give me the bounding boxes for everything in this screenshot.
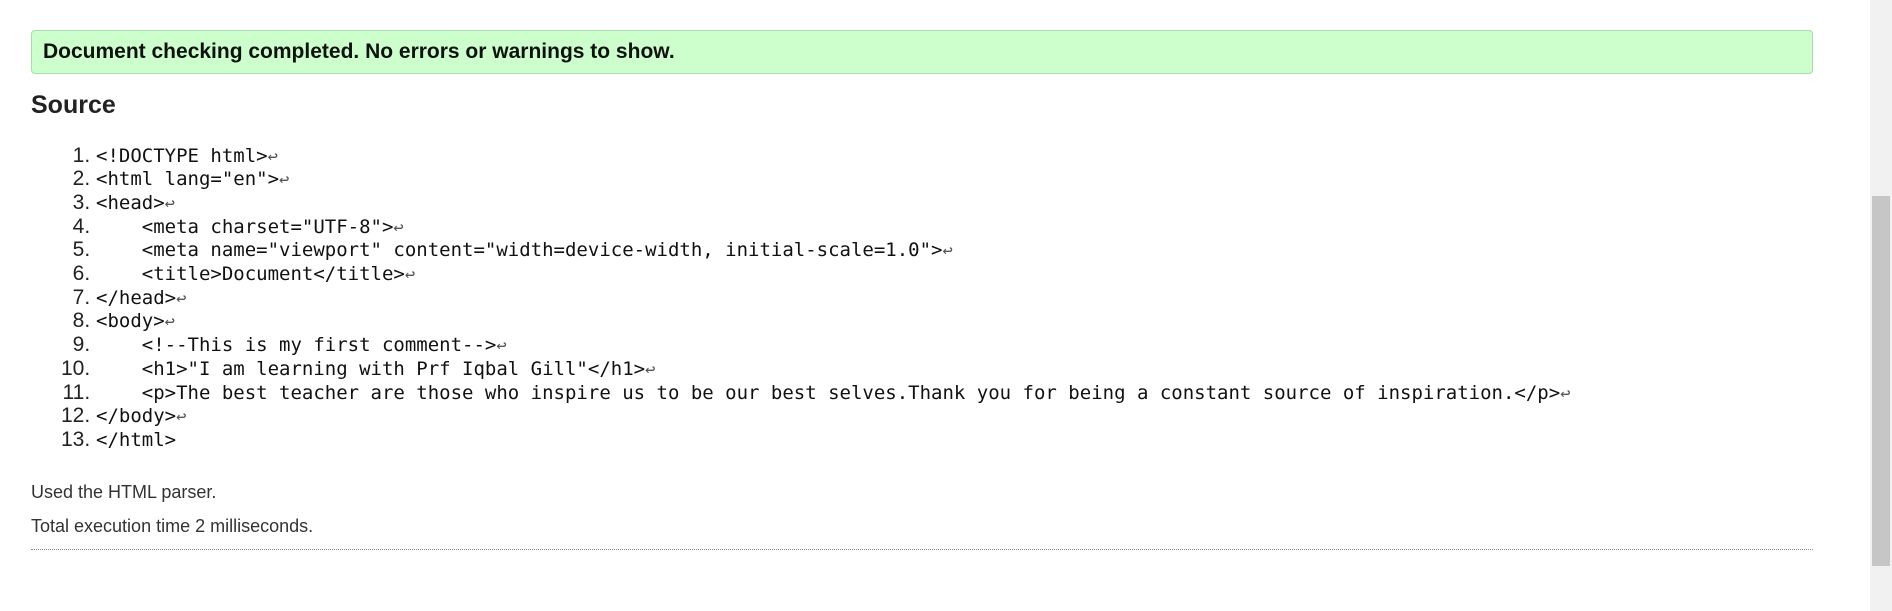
source-line-code: <meta name="viewport" content="width=dev… (96, 239, 943, 262)
line-break-icon: ↩ (267, 146, 278, 167)
source-heading: Source (31, 91, 116, 119)
results-content: Document checking completed. No errors o… (31, 0, 1813, 558)
line-break-icon: ↩ (496, 336, 507, 357)
source-line-code: <!DOCTYPE html> (96, 144, 268, 167)
source-line-code: </html> (96, 428, 177, 451)
execution-time: Total execution time 2 milliseconds. (31, 515, 314, 536)
source-line-code: <!--This is my first comment--> (96, 334, 497, 357)
source-line-code: </head> (96, 286, 177, 309)
source-line: </head>↩ (96, 287, 1813, 311)
source-line-code: <html lang="en"> (96, 168, 280, 191)
source-line: <p>The best teacher are those who inspir… (96, 382, 1813, 406)
success-message: Document checking completed. No errors o… (43, 40, 675, 63)
line-break-icon: ↩ (176, 288, 187, 309)
source-line-code: <title>Document</title> (96, 263, 405, 286)
source-line-code: <h1>"I am learning with Prf Iqbal Gill"<… (96, 357, 646, 380)
source-line-code: <meta charset="UTF-8"> (96, 215, 394, 238)
source-line: <head>↩ (96, 192, 1813, 216)
validator-results-page: Document checking completed. No errors o… (0, 0, 1892, 611)
success-banner: Document checking completed. No errors o… (31, 30, 1813, 74)
source-line-code: </body> (96, 405, 177, 428)
line-break-icon: ↩ (1560, 383, 1571, 404)
source-line: <meta name="viewport" content="width=dev… (96, 239, 1813, 263)
source-line: <!--This is my first comment-->↩ (96, 334, 1813, 358)
source-line: <body>↩ (96, 310, 1813, 334)
source-line: </body>↩ (96, 405, 1813, 429)
source-line: <!DOCTYPE html>↩ (96, 145, 1813, 169)
line-break-icon: ↩ (176, 407, 187, 428)
source-line-code: <head> (96, 191, 165, 214)
source-line: </html> (96, 429, 1813, 452)
line-break-icon: ↩ (393, 217, 404, 238)
source-line: <html lang="en">↩ (96, 168, 1813, 192)
line-break-icon: ↩ (645, 359, 656, 380)
source-line: <meta charset="UTF-8">↩ (96, 216, 1813, 240)
bottom-divider (31, 548, 1813, 550)
parser-note: Used the HTML parser. (31, 481, 217, 502)
source-line-code: <body> (96, 310, 165, 333)
source-listing: <!DOCTYPE html>↩<html lang="en">↩<head>↩… (31, 145, 1813, 452)
line-break-icon: ↩ (164, 193, 175, 214)
source-line: <h1>"I am learning with Prf Iqbal Gill"<… (96, 358, 1813, 382)
line-break-icon: ↩ (164, 312, 175, 333)
scrollbar-thumb[interactable] (1872, 196, 1890, 566)
line-break-icon: ↩ (279, 170, 290, 191)
source-line-code: <p>The best teacher are those who inspir… (96, 381, 1561, 404)
line-break-icon: ↩ (404, 265, 416, 286)
vertical-scrollbar[interactable] (1870, 0, 1892, 611)
line-break-icon: ↩ (942, 241, 953, 262)
source-line: <title>Document</title>↩ (96, 263, 1813, 287)
